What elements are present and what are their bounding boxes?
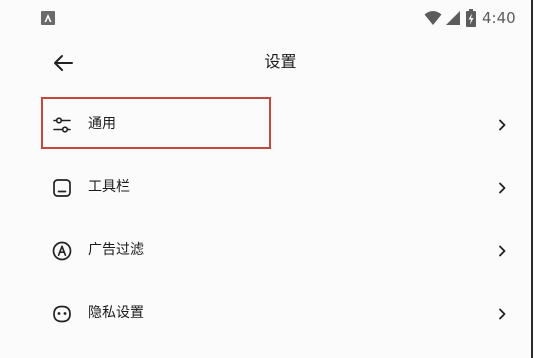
chevron-right-icon [496,181,508,195]
toolbar-icon [51,177,73,199]
toolbar: 设置 [0,36,531,90]
wifi-icon [424,11,442,25]
settings-item-label: 广告过滤 [88,242,144,258]
chevron-right-icon [496,118,508,132]
ad-block-icon [51,240,73,262]
status-time: 4:40 [482,9,516,27]
settings-item-label: 隐私设置 [88,305,144,321]
page-title: 设置 [264,52,297,71]
status-icons: 4:40 [424,7,516,29]
settings-screen: 4:40 设置 通用 工具栏 广告过滤 隐私设置 [0,0,531,358]
cell-signal-icon [446,11,460,25]
settings-item-label: 工具栏 [88,179,130,195]
settings-item-general[interactable]: 通用 [0,94,531,154]
settings-item-privacy[interactable]: 隐私设置 [0,283,531,343]
settings-item-toolbar[interactable]: 工具栏 [0,157,531,217]
sliders-icon [51,114,73,136]
settings-item-ad-filter[interactable]: 广告过滤 [0,220,531,280]
settings-item-label: 通用 [88,116,116,132]
notification-app-icon [41,11,55,25]
chevron-right-icon [496,244,508,258]
privacy-mask-icon [51,303,73,325]
chevron-right-icon [496,307,508,321]
battery-charging-icon [466,9,476,27]
status-bar: 4:40 [0,0,531,36]
screen-edge [531,0,533,358]
